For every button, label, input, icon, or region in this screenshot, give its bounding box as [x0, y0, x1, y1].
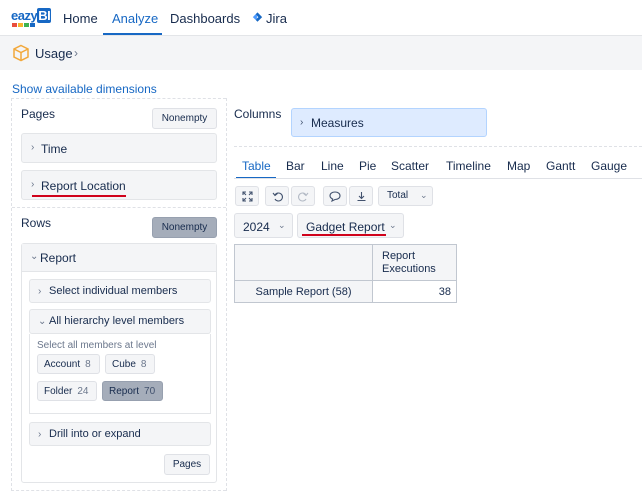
chevron-down-icon: ⌄	[278, 220, 286, 230]
option-label: Drill into or expand	[49, 428, 141, 440]
all-hierarchy-level-members[interactable]: ⌄ All hierarchy level members	[29, 309, 211, 334]
level-chip-account[interactable]: Account 8	[37, 354, 100, 374]
level-selector: Select all members at level Account 8 Cub…	[29, 334, 211, 414]
header-line: Report	[382, 249, 416, 262]
tabs-border	[234, 178, 642, 179]
chevron-right-icon: ›	[300, 117, 304, 128]
active-nav-underline	[103, 33, 162, 35]
eazybi-logo[interactable]: eazyBI	[11, 8, 52, 29]
total-dropdown[interactable]: Total ⌄	[378, 186, 433, 206]
section-divider	[12, 207, 226, 208]
download-icon	[357, 191, 365, 201]
tab-scatter[interactable]: Scatter	[391, 159, 429, 173]
level-count: 8	[85, 358, 91, 370]
tab-timeline[interactable]: Timeline	[446, 159, 491, 173]
table-row: Sample Report (58) 38	[234, 280, 457, 303]
rows-dimension-report: ⌄ Report › Select individual members ⌄ A…	[21, 243, 217, 483]
undo-icon	[272, 192, 283, 201]
option-label: All hierarchy level members	[49, 315, 185, 327]
level-caption: Select all members at level	[37, 340, 157, 351]
level-chip-cube[interactable]: Cube 8	[105, 354, 155, 374]
year-value: 2024	[243, 220, 270, 234]
drill-into-or-expand[interactable]: › Drill into or expand	[29, 422, 211, 446]
header-line: Executions	[382, 262, 436, 275]
dimension-label: Report	[40, 251, 77, 265]
comment-button[interactable]	[323, 186, 347, 206]
expand-icon	[241, 190, 253, 202]
nav-analyze[interactable]: Analyze	[112, 11, 158, 26]
level-chip-folder[interactable]: Folder 24	[37, 381, 97, 401]
tab-gantt[interactable]: Gantt	[546, 159, 575, 173]
section-divider	[234, 146, 642, 147]
tab-table[interactable]: Table	[242, 159, 271, 173]
chevron-right-icon: ›	[31, 179, 35, 190]
panel-divider	[226, 98, 227, 491]
option-label: Select individual members	[49, 285, 178, 297]
top-navigation: eazyBI Home Analyze Dashboards Jira	[0, 0, 642, 36]
level-count: 70	[144, 385, 156, 397]
location-value: Gadget Report	[306, 220, 385, 234]
nav-jira[interactable]: Jira	[266, 11, 287, 26]
redo-button[interactable]	[291, 186, 315, 206]
logo-color-bars	[12, 23, 35, 27]
nav-dashboards[interactable]: Dashboards	[170, 11, 240, 26]
rows-label: Rows	[21, 216, 52, 230]
highlight-underline	[32, 195, 126, 197]
row-header-sample-report[interactable]: Sample Report (58)	[234, 280, 373, 303]
tab-line[interactable]: Line	[321, 159, 344, 173]
chevron-down-icon: ⌄	[30, 251, 39, 262]
tab-map[interactable]: Map	[507, 159, 530, 173]
level-name: Cube	[112, 358, 136, 370]
dimension-label: Measures	[311, 116, 364, 130]
chevron-right-icon[interactable]: ›	[74, 46, 78, 60]
level-chip-report[interactable]: Report 70	[102, 381, 163, 401]
year-page-selector[interactable]: 2024 ⌄	[234, 213, 293, 238]
dimension-label: Report Location	[41, 179, 126, 193]
chevron-right-icon: ›	[38, 286, 42, 297]
level-name: Report	[109, 385, 140, 397]
report-table: Report Executions Sample Report (58) 38	[234, 244, 457, 303]
cube-title[interactable]: Usage	[35, 46, 73, 61]
total-label: Total	[387, 190, 409, 201]
show-dimensions-link[interactable]: Show available dimensions	[12, 82, 157, 96]
select-individual-members[interactable]: › Select individual members	[29, 279, 211, 303]
nav-home[interactable]: Home	[63, 11, 98, 26]
table-header-row: Report Executions	[234, 244, 457, 281]
highlight-underline	[302, 234, 386, 236]
tab-bar[interactable]: Bar	[286, 159, 305, 173]
comment-icon	[329, 190, 341, 202]
column-header-report-executions[interactable]: Report Executions	[372, 244, 457, 281]
chevron-right-icon: ›	[31, 142, 35, 153]
level-name: Account	[44, 358, 81, 370]
cube-icon	[13, 44, 29, 62]
rows-nonempty-button[interactable]: Nonempty	[152, 217, 217, 238]
tab-gauge[interactable]: Gauge	[591, 159, 627, 173]
chevron-down-icon: ⌄	[420, 190, 428, 200]
pages-nonempty-button[interactable]: Nonempty	[152, 108, 217, 129]
page-dimension-time[interactable]: › Time	[21, 133, 217, 163]
tab-pie[interactable]: Pie	[359, 159, 376, 173]
fullscreen-button[interactable]	[235, 186, 259, 206]
chevron-right-icon: ›	[38, 429, 42, 440]
level-count: 8	[140, 358, 147, 370]
pages-button[interactable]: Pages	[164, 454, 210, 475]
breadcrumb: Usage ›	[0, 36, 642, 70]
level-count: 24	[77, 385, 89, 397]
level-name: Folder	[44, 385, 73, 397]
table-corner	[234, 244, 373, 281]
jira-icon	[252, 12, 263, 22]
columns-label: Columns	[234, 107, 282, 121]
undo-button[interactable]	[265, 186, 289, 206]
chevron-down-icon: ⌄	[389, 220, 397, 230]
logo-text: eazyBI	[11, 8, 52, 23]
export-button[interactable]	[349, 186, 373, 206]
dimension-label: Time	[41, 142, 68, 156]
chevron-down-icon: ⌄	[38, 316, 47, 327]
table-cell[interactable]: 38	[372, 280, 457, 303]
column-dimension-measures[interactable]: › Measures	[291, 108, 487, 137]
pages-label: Pages	[21, 107, 56, 121]
report-dimension-header[interactable]: ⌄ Report	[22, 244, 216, 272]
redo-icon	[297, 192, 308, 201]
